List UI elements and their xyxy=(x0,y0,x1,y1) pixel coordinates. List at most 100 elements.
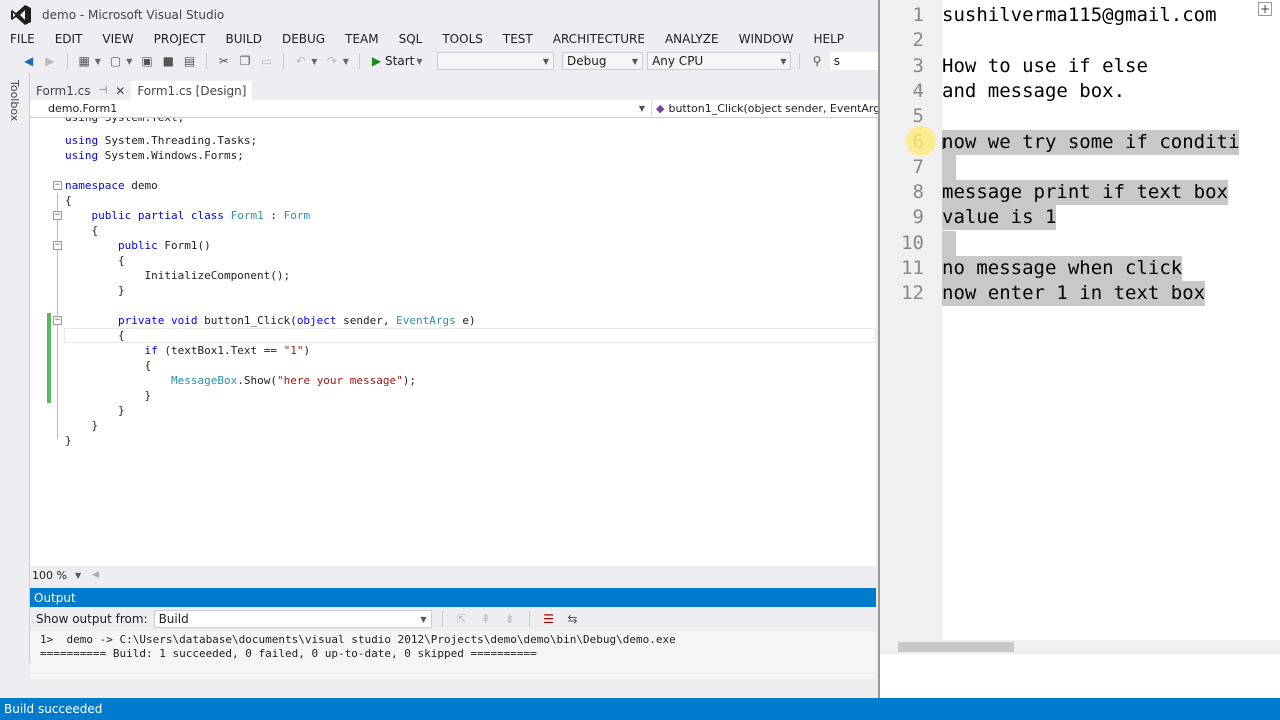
find-value: s xyxy=(833,54,840,68)
menu-edit[interactable]: EDIT xyxy=(45,32,93,46)
chevron-down-icon[interactable]: ▼ xyxy=(416,57,422,66)
save-icon[interactable]: ■ xyxy=(160,52,177,70)
next-message-icon[interactable]: ⇟ xyxy=(501,610,519,628)
toggle-word-wrap-icon[interactable]: ⇆ xyxy=(564,610,582,628)
line-text[interactable]: message print if text box xyxy=(942,180,1228,206)
open-file-icon[interactable]: ▣ xyxy=(138,52,155,70)
current-line-highlight xyxy=(64,328,876,343)
menu-window[interactable]: WINDOW xyxy=(729,32,804,46)
find-combo[interactable]: s xyxy=(829,52,879,70)
code-token: { xyxy=(65,359,152,372)
output-line: ========== Build: 1 succeeded, 0 failed,… xyxy=(40,647,537,660)
navigate-forward-icon[interactable]: ▶ xyxy=(41,52,58,70)
editor-horizontal-scrollbar[interactable] xyxy=(129,569,876,581)
menu-project[interactable]: PROJECT xyxy=(144,32,216,46)
code-line-text: InitializeComponent(); xyxy=(65,268,290,283)
line-text[interactable]: value is 1 xyxy=(942,205,1057,231)
zoom-combo[interactable]: 100 % ▼ xyxy=(32,569,82,582)
collapse-icon[interactable]: − xyxy=(53,316,62,325)
code-token: ); xyxy=(402,374,417,387)
cut-icon[interactable]: ✂ xyxy=(215,52,232,70)
menu-help[interactable]: HELP xyxy=(804,32,855,46)
tab-form1-cs[interactable]: Form1.cs ⊣ ✕ xyxy=(30,81,131,100)
code-token: } xyxy=(65,419,99,432)
output-text[interactable]: 1> demo -> C:\Users\database\documents\v… xyxy=(30,631,876,679)
member-dropdown[interactable]: ◆ button1_Click(object sender, EventArgs… xyxy=(652,100,878,117)
menu-build[interactable]: BUILD xyxy=(215,32,271,46)
menu-team[interactable]: TEAM xyxy=(335,32,388,46)
notepad-line: 3 How to use if else xyxy=(880,54,1280,79)
line-text[interactable]: and message box. xyxy=(942,79,1125,104)
scroll-left-icon[interactable]: ◀ xyxy=(92,570,99,580)
line-text[interactable]: sushilverma115@gmail.com xyxy=(942,3,1217,28)
menu-tools[interactable]: TOOLS xyxy=(432,32,493,46)
close-icon[interactable]: ✕ xyxy=(115,84,125,98)
tab-label: Form1.cs xyxy=(36,83,91,98)
method-icon: ◆ xyxy=(656,102,665,115)
collapse-icon[interactable]: − xyxy=(53,241,62,250)
code-token: : xyxy=(263,209,284,222)
previous-message-icon[interactable]: ⇞ xyxy=(477,610,495,628)
line-text[interactable] xyxy=(942,230,956,256)
code-editor[interactable]: using System.Text; using System.Threading… xyxy=(30,118,876,566)
notepad-window: + 1 sushilverma115@gmail.com 2 3 How to use … xyxy=(878,0,1280,698)
navigate-back-icon[interactable]: ◀ xyxy=(20,52,37,70)
code-line-text: { xyxy=(65,193,72,208)
code-line-text: } xyxy=(65,403,125,418)
new-project-icon[interactable]: ▦ xyxy=(76,52,93,70)
code-token: Form xyxy=(283,209,311,222)
go-to-message-icon[interactable]: ⇱ xyxy=(453,610,471,628)
pin-icon[interactable]: ⊣ xyxy=(99,85,108,96)
code-line-text: using System.Threading.Tasks; xyxy=(65,133,257,148)
menu-architecture[interactable]: ARCHITECTURE xyxy=(543,32,655,46)
start-debugging-button[interactable]: ▶ Start ▼ xyxy=(368,54,429,68)
solution-configuration-combo[interactable]: Debug ▼ xyxy=(562,52,644,70)
code-token: .Show( xyxy=(237,374,277,387)
find-in-files-icon[interactable]: ⚲ xyxy=(808,52,825,70)
undo-icon[interactable]: ↶ xyxy=(292,52,309,70)
scrollbar-thumb[interactable] xyxy=(898,642,1014,652)
output-source-combo[interactable]: Build ▼ xyxy=(153,610,432,628)
paste-icon[interactable]: ▭ xyxy=(258,52,275,70)
save-all-icon[interactable]: ▤ xyxy=(181,52,198,70)
clear-all-icon[interactable]: ☰ xyxy=(540,610,558,628)
code-line-text: public partial class Form1 : Form xyxy=(65,208,311,223)
toolbox-tab[interactable]: Toolbox xyxy=(8,80,21,121)
chevron-down-icon[interactable]: ▼ xyxy=(343,57,349,66)
chevron-down-icon: ▼ xyxy=(420,614,427,624)
line-text[interactable]: How to use if else xyxy=(942,54,1148,79)
code-token: { xyxy=(65,194,72,207)
chevron-down-icon[interactable]: ▼ xyxy=(95,57,101,66)
line-text[interactable]: no message when click xyxy=(942,256,1183,281)
output-source-value: Build xyxy=(158,612,189,626)
solution-platform-combo[interactable]: Any CPU ▼ xyxy=(647,52,792,70)
collapse-icon[interactable]: − xyxy=(53,181,62,190)
line-text[interactable]: now we try some if conditi xyxy=(942,129,1240,155)
menu-file[interactable]: FILE xyxy=(0,32,45,46)
chevron-down-icon[interactable]: ▼ xyxy=(126,57,132,66)
chevron-down-icon[interactable]: ▼ xyxy=(311,57,317,66)
line-text[interactable] xyxy=(942,154,956,180)
add-item-icon[interactable]: ▢ xyxy=(107,52,124,70)
code-line-text: } xyxy=(65,418,98,433)
class-dropdown[interactable]: demo.Form1 ▼ xyxy=(30,100,652,117)
line-text[interactable]: now enter 1 in text box xyxy=(942,281,1206,307)
notepad-horizontal-scrollbar[interactable] xyxy=(880,640,1280,654)
notepad-line: 2 xyxy=(880,28,1280,53)
collapse-icon[interactable]: − xyxy=(53,211,62,220)
menu-view[interactable]: VIEW xyxy=(92,32,143,46)
copy-icon[interactable]: ❐ xyxy=(236,52,253,70)
menu-debug[interactable]: DEBUG xyxy=(272,32,335,46)
code-token: System.Threading.Tasks; xyxy=(98,134,258,147)
tab-form1-design[interactable]: Form1.cs [Design] xyxy=(131,81,253,100)
zoom-value: 100 % xyxy=(32,568,67,582)
menu-analyze[interactable]: ANALYZE xyxy=(655,32,729,46)
redo-icon[interactable]: ↷ xyxy=(323,52,340,70)
menu-sql[interactable]: SQL xyxy=(389,32,433,46)
code-line-text: using System.Text; xyxy=(65,118,184,125)
debug-target-combo[interactable]: ▼ xyxy=(436,52,555,70)
menu-test[interactable]: TEST xyxy=(493,32,543,46)
play-icon: ▶ xyxy=(371,54,382,68)
